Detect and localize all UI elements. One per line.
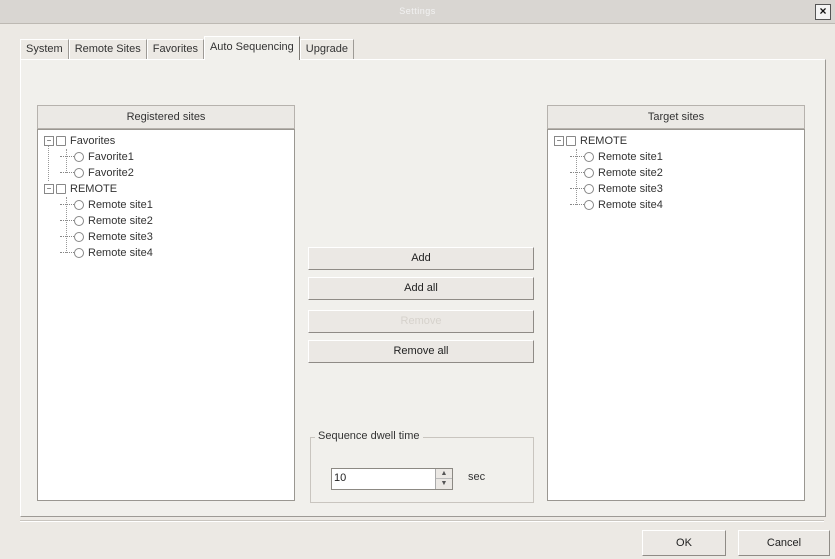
- tree-node-label: Favorite2: [88, 167, 134, 179]
- tree-node-site[interactable]: Favorite2: [44, 165, 153, 181]
- dwell-time-title: Sequence dwell time: [315, 430, 423, 442]
- ok-button[interactable]: OK: [642, 530, 726, 556]
- target-sites-header: Target sites: [547, 105, 805, 129]
- site-icon: [74, 168, 84, 179]
- site-icon: [74, 248, 84, 259]
- minus-expander-icon[interactable]: −: [554, 136, 564, 147]
- tree-node-site[interactable]: Remote site1: [44, 197, 153, 213]
- tab-favorites[interactable]: Favorites: [146, 39, 204, 59]
- minus-expander-icon[interactable]: −: [44, 184, 54, 195]
- add-button[interactable]: Add: [308, 247, 534, 270]
- minus-expander-icon[interactable]: −: [44, 136, 54, 147]
- dwell-time-group: Sequence dwell time ▲ ▼ sec: [310, 430, 534, 503]
- tree-node-label: Remote site2: [598, 167, 663, 179]
- tree-node-favorites[interactable]: − Favorites: [44, 133, 153, 149]
- tree-node-site[interactable]: Remote site2: [554, 165, 663, 181]
- tree-node-site[interactable]: Remote site2: [44, 213, 153, 229]
- tab-auto-sequencing[interactable]: Auto Sequencing: [203, 36, 300, 60]
- tree-node-label: Favorite1: [88, 151, 134, 163]
- tree-node-site[interactable]: Remote site3: [554, 181, 663, 197]
- tree-node-remote[interactable]: − REMOTE: [554, 133, 663, 149]
- site-icon: [584, 200, 594, 211]
- close-button[interactable]: ×: [815, 4, 831, 20]
- tree-node-label: Favorites: [70, 135, 116, 147]
- registered-sites-list[interactable]: − Favorites Favorite1 Favorite2 − REMOTE R…: [37, 129, 295, 501]
- dwell-time-unit: sec: [468, 471, 486, 483]
- tab-remote-sites[interactable]: Remote Sites: [68, 39, 147, 59]
- bottom-divider: [20, 520, 824, 522]
- settings-window: Settings × System Remote Sites Favorites…: [0, 0, 835, 559]
- arrow-down-icon[interactable]: ▼: [436, 479, 452, 488]
- tree-node-label: Remote site1: [88, 199, 153, 211]
- tree-node-label: Remote site3: [598, 183, 663, 195]
- tree-node-site[interactable]: Favorite1: [44, 149, 153, 165]
- tree-node-label: Remote site4: [598, 199, 663, 211]
- site-icon: [584, 152, 594, 163]
- tab-upgrade[interactable]: Upgrade: [299, 39, 354, 59]
- spin-buttons: ▲ ▼: [435, 469, 452, 489]
- tree-node-label: Remote site3: [88, 231, 153, 243]
- site-icon: [74, 152, 84, 163]
- folder-icon: [56, 136, 66, 147]
- site-icon: [584, 168, 594, 179]
- tree-node-label: REMOTE: [70, 183, 118, 195]
- tree-node-label: Remote site4: [88, 247, 153, 259]
- remove-all-button[interactable]: Remove all: [308, 340, 534, 363]
- site-icon: [584, 184, 594, 195]
- tree-node-label: REMOTE: [580, 135, 628, 147]
- folder-icon: [56, 184, 66, 195]
- close-icon: ×: [819, 4, 827, 18]
- registered-sites-tree: − Favorites Favorite1 Favorite2 − REMOTE R…: [44, 133, 153, 261]
- title-bar: Settings ×: [0, 0, 835, 24]
- registered-sites-header: Registered sites: [37, 105, 295, 129]
- dwell-time-input[interactable]: [334, 470, 430, 486]
- cancel-button[interactable]: Cancel: [738, 530, 830, 556]
- tab-bar: System Remote Sites Favorites Auto Seque…: [20, 36, 354, 60]
- tree-node-label: Remote site1: [598, 151, 663, 163]
- tree-node-site[interactable]: Remote site3: [44, 229, 153, 245]
- tree-node-remote[interactable]: − REMOTE: [44, 181, 153, 197]
- tree-node-site[interactable]: Remote site1: [554, 149, 663, 165]
- target-sites-tree: − REMOTE Remote site1 Remote site2 Remote…: [554, 133, 663, 213]
- site-icon: [74, 200, 84, 211]
- remove-button[interactable]: Remove: [308, 310, 534, 333]
- dwell-time-spinner[interactable]: ▲ ▼: [331, 468, 453, 490]
- tree-node-site[interactable]: Remote site4: [44, 245, 153, 261]
- folder-icon: [566, 136, 576, 147]
- site-icon: [74, 232, 84, 243]
- arrow-up-icon[interactable]: ▲: [436, 469, 452, 479]
- add-all-button[interactable]: Add all: [308, 277, 534, 300]
- site-icon: [74, 216, 84, 227]
- tab-system[interactable]: System: [20, 39, 69, 59]
- target-sites-list[interactable]: − REMOTE Remote site1 Remote site2 Remote…: [547, 129, 805, 501]
- tree-node-label: Remote site2: [88, 215, 153, 227]
- tree-node-site[interactable]: Remote site4: [554, 197, 663, 213]
- window-title: Settings: [399, 6, 436, 16]
